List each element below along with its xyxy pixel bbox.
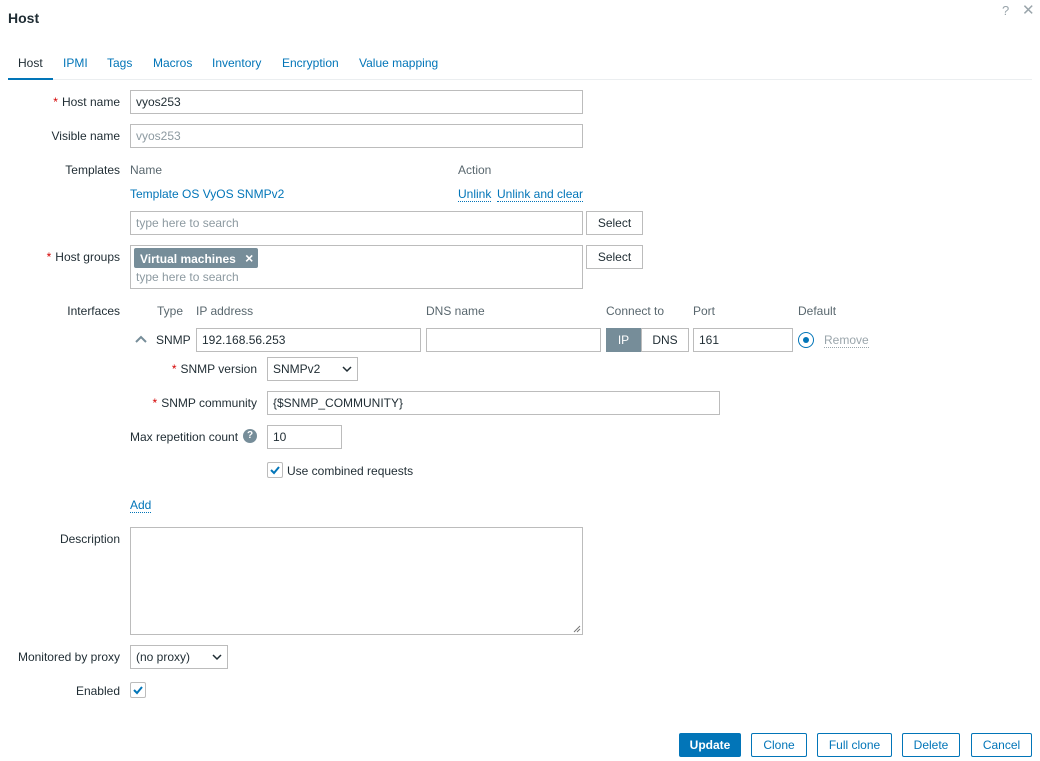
snmp-community-label: * SNMP community xyxy=(130,396,257,410)
description-textarea[interactable] xyxy=(130,527,583,635)
snmp-community-label-text: SNMP community xyxy=(161,396,257,410)
connect-dns-toggle[interactable]: DNS xyxy=(641,328,689,352)
host-groups-multiselect[interactable]: Virtual machines × type here to search xyxy=(130,245,583,289)
delete-button[interactable]: Delete xyxy=(902,733,960,757)
radio-dot xyxy=(803,337,809,343)
interface-port-input[interactable]: 161 xyxy=(693,328,793,352)
interfaces-type-header: Type xyxy=(157,304,184,318)
checkmark-icon xyxy=(270,466,280,475)
templates-name-header: Name xyxy=(130,163,163,177)
connect-ip-toggle[interactable]: IP xyxy=(606,328,641,352)
templates-label: Templates xyxy=(65,163,120,177)
help-icon[interactable]: ? xyxy=(243,429,257,443)
max-repetition-label: Max repetition count xyxy=(130,430,239,444)
interface-type: SNMP xyxy=(156,333,191,347)
proxy-select[interactable]: (no proxy) xyxy=(130,645,228,669)
interface-ip-input[interactable]: 192.168.56.253 xyxy=(196,328,421,352)
interfaces-port-header: Port xyxy=(693,304,716,318)
update-button[interactable]: Update xyxy=(679,733,741,757)
unlink-link[interactable]: Unlink xyxy=(458,187,492,202)
tab-value-mapping[interactable]: Value mapping xyxy=(359,56,438,80)
proxy-value: (no proxy) xyxy=(136,650,191,664)
required-mark: * xyxy=(152,396,158,410)
host-group-tag-label: Virtual machines xyxy=(140,252,236,266)
tab-bar: Host IPMI Tags Macros Inventory Encrypti… xyxy=(8,56,1032,80)
clone-button[interactable]: Clone xyxy=(751,733,807,757)
host-name-label-text: Host name xyxy=(61,95,120,109)
interfaces-ip-header: IP address xyxy=(196,304,254,318)
interfaces-dns-header: DNS name xyxy=(426,304,485,318)
required-mark: * xyxy=(46,250,52,264)
chevron-down-icon xyxy=(342,366,352,373)
templates-action-header: Action xyxy=(458,163,492,177)
interfaces-label: Interfaces xyxy=(67,304,120,318)
checkmark-icon xyxy=(133,686,143,695)
host-groups-label: * Host groups xyxy=(0,250,120,264)
host-groups-select-button[interactable]: Select xyxy=(586,245,643,269)
interfaces-connect-header: Connect to xyxy=(606,304,665,318)
snmp-version-label-text: SNMP version xyxy=(180,362,257,376)
resize-handle-icon[interactable] xyxy=(573,625,581,633)
chevron-up-icon[interactable] xyxy=(134,333,148,345)
tab-inventory[interactable]: Inventory xyxy=(212,56,261,80)
host-group-tag: Virtual machines × xyxy=(134,248,259,268)
chevron-down-icon xyxy=(212,654,222,661)
interfaces-default-header: Default xyxy=(798,304,837,318)
description-label: Description xyxy=(59,532,120,546)
tab-tags[interactable]: Tags xyxy=(107,56,132,80)
host-groups-search-input[interactable]: type here to search xyxy=(136,270,239,284)
add-interface-link[interactable]: Add xyxy=(130,498,152,513)
enabled-checkbox[interactable] xyxy=(130,682,146,698)
tab-macros[interactable]: Macros xyxy=(153,56,192,80)
enabled-label: Enabled xyxy=(75,684,120,698)
unlink-and-clear-link[interactable]: Unlink and clear xyxy=(497,187,584,202)
templates-search-input[interactable]: type here to search xyxy=(130,211,583,235)
default-radio[interactable] xyxy=(798,332,814,348)
full-clone-button[interactable]: Full clone xyxy=(817,733,892,757)
required-mark: * xyxy=(171,362,177,376)
host-groups-label-text: Host groups xyxy=(55,250,120,264)
proxy-label: Monitored by proxy xyxy=(17,650,120,664)
tab-ipmi[interactable]: IPMI xyxy=(63,56,88,80)
host-name-input[interactable]: vyos253 xyxy=(130,90,583,114)
host-name-label: * Host name xyxy=(0,95,120,109)
snmp-community-input[interactable]: {$SNMP_COMMUNITY} xyxy=(267,391,720,415)
required-mark: * xyxy=(53,95,58,109)
visible-name-label: Visible name xyxy=(51,129,120,143)
dialog-title: Host xyxy=(8,10,40,26)
snmp-version-label: * SNMP version xyxy=(130,362,257,376)
combined-requests-label: Use combined requests xyxy=(287,464,414,478)
remove-interface-link[interactable]: Remove xyxy=(824,333,869,348)
interface-dns-input[interactable] xyxy=(426,328,601,352)
max-repetition-input[interactable]: 10 xyxy=(267,425,342,449)
close-icon[interactable]: ✕ xyxy=(1022,1,1035,19)
tag-remove-icon[interactable]: × xyxy=(245,250,253,266)
visible-name-input[interactable]: vyos253 xyxy=(130,124,583,148)
snmp-version-select[interactable]: SNMPv2 xyxy=(267,357,358,381)
cancel-button[interactable]: Cancel xyxy=(971,733,1032,757)
snmp-version-value: SNMPv2 xyxy=(273,362,321,376)
template-link[interactable]: Template OS VyOS SNMPv2 xyxy=(130,187,284,201)
help-icon[interactable]: ? xyxy=(1002,3,1009,18)
templates-select-button[interactable]: Select xyxy=(586,211,643,235)
combined-requests-checkbox[interactable] xyxy=(267,462,283,478)
tab-host[interactable]: Host xyxy=(8,56,53,80)
tab-encryption[interactable]: Encryption xyxy=(282,56,339,80)
